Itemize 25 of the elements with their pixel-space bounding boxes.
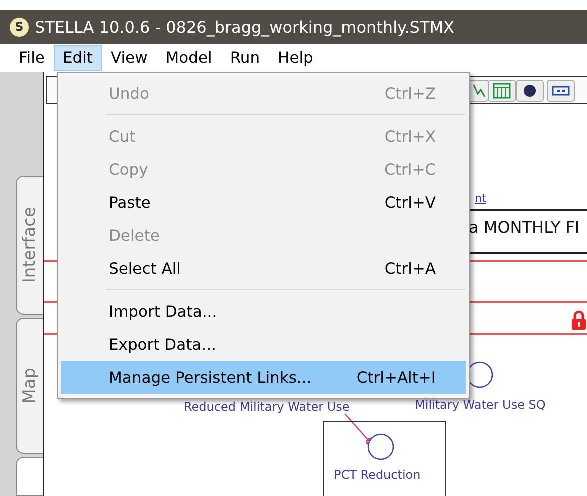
line-chart-icon — [473, 84, 486, 98]
menu-item[interactable]: Manage Persistent Links... Ctrl+Alt+I — [61, 361, 466, 394]
toolbar-button[interactable] — [547, 80, 575, 102]
menu-item[interactable]: View — [102, 45, 157, 71]
menu-item[interactable]: Model — [156, 45, 222, 71]
app-icon: S — [10, 18, 29, 36]
menu-item[interactable]: Select All Ctrl+A — [61, 252, 466, 285]
menu-item[interactable]: Help — [269, 45, 322, 71]
converter-circle — [367, 433, 395, 461]
toolbar-button[interactable] — [516, 80, 544, 102]
side-tab[interactable] — [16, 457, 43, 496]
menu-item[interactable]: Run — [221, 45, 270, 71]
side-tab[interactable]: Interface — [16, 176, 43, 315]
converter-label: Reduced Military Water Use — [184, 400, 350, 414]
converter-label: Military Water Use SQ — [415, 398, 546, 412]
menu-item[interactable]: Paste Ctrl+V — [61, 186, 466, 219]
menu-item[interactable]: Import Data... — [61, 295, 466, 328]
window-title: STELLA 10.0.6 - 0826_bragg_working_monthly.STMX — [35, 18, 454, 36]
menu-item[interactable]: Edit — [54, 45, 102, 71]
banner-text: a MONTHLY FI — [469, 218, 580, 237]
menu-item[interactable]: File — [10, 45, 54, 71]
link-text[interactable]: nt — [475, 192, 486, 205]
side-tab[interactable]: Map — [16, 318, 43, 454]
converter-label: PCT Reduction — [334, 468, 421, 482]
menu-item[interactable]: Export Data... — [61, 328, 466, 361]
